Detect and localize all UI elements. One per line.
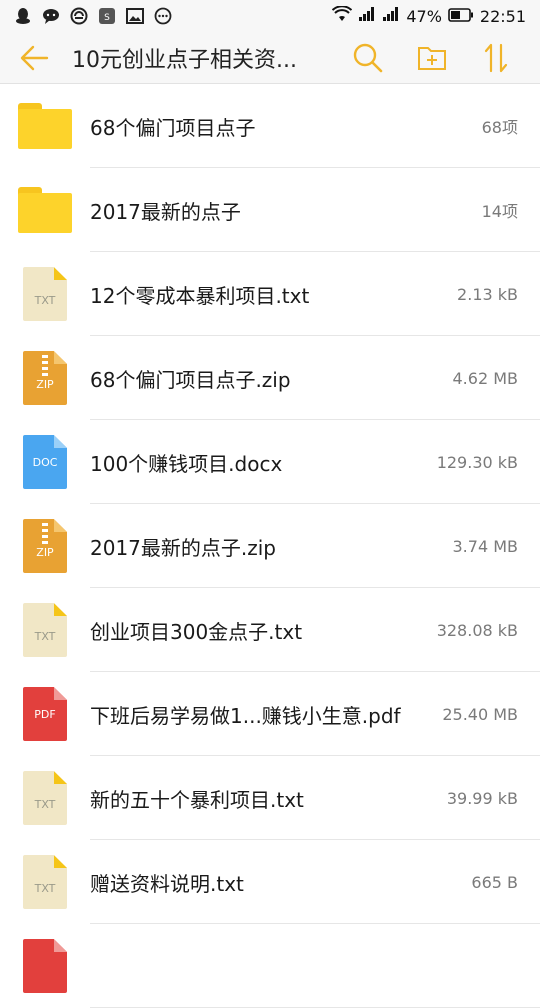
file-size: 39.99 kB [446, 788, 518, 808]
file-name: 2017最新的点子.zip [90, 535, 277, 560]
clock: 22:51 [479, 6, 526, 26]
file-size: 4.62 MB [452, 368, 519, 388]
system-status: 47% 22:51 [332, 5, 526, 26]
zip-file-icon: ZIP [23, 519, 67, 573]
page-title: 10元创业点子相关资... [72, 47, 297, 73]
txt-file-icon: TXT [23, 603, 67, 657]
file-name: 赠送资料说明.txt [90, 871, 244, 896]
item-count: 14项 [481, 202, 518, 221]
file-name: 68个偏门项目点子 [90, 115, 256, 140]
file-name: 12个零成本暴利项目.txt [90, 283, 310, 308]
notification-icons: S [14, 7, 172, 25]
doc-file-icon: DOC [23, 435, 67, 489]
list-item[interactable]: PDF 下班后易学易做1...赚钱小生意.pdf 25.40 MB [0, 672, 540, 756]
file-list: 68个偏门项目点子 68项 2017最新的点子 14项 TXT 12个零成本暴利… [0, 84, 540, 1008]
file-name: 下班后易学易做1...赚钱小生意.pdf [90, 703, 401, 728]
search-button[interactable] [344, 34, 392, 82]
icon-slot: DOC [0, 435, 90, 489]
search-icon [353, 43, 383, 72]
list-item[interactable]: ZIP 2017最新的点子.zip 3.74 MB [0, 504, 540, 588]
image-icon [126, 7, 144, 25]
list-item[interactable]: ZIP 68个偏门项目点子.zip 4.62 MB [0, 336, 540, 420]
item-count: 68项 [481, 118, 518, 137]
file-name: 创业项目300金点子.txt [90, 619, 303, 644]
file-size: 2.13 kB [457, 284, 518, 304]
file-name: 2017最新的点子 [90, 199, 241, 224]
file-type-badge: TXT [34, 630, 56, 643]
pdf-file-icon [23, 939, 67, 993]
more-icon [154, 7, 172, 25]
file-name: 100个赚钱项目.docx [90, 451, 283, 476]
file-size: 129.30 kB [436, 452, 518, 472]
file-size: 25.40 MB [442, 704, 518, 724]
txt-file-icon: TXT [23, 771, 67, 825]
signal-icon-1 [358, 6, 376, 26]
app-icon: S [98, 7, 116, 25]
icon-slot [0, 103, 90, 149]
txt-file-icon: TXT [23, 855, 67, 909]
sort-button[interactable] [472, 34, 520, 82]
file-type-badge: TXT [34, 882, 56, 895]
list-item[interactable]: TXT 12个零成本暴利项目.txt 2.13 kB [0, 252, 540, 336]
svg-text:S: S [104, 13, 110, 23]
file-size: 665 B [471, 872, 518, 892]
folder-icon [18, 187, 72, 233]
list-item[interactable]: 68个偏门项目点子 68项 [0, 84, 540, 168]
txt-file-icon: TXT [23, 267, 67, 321]
icon-slot: TXT [0, 603, 90, 657]
icon-slot [0, 187, 90, 233]
folder-icon [18, 103, 72, 149]
file-name: 新的五十个暴利项目.txt [90, 787, 304, 812]
icon-slot: TXT [0, 771, 90, 825]
battery-percent: 47% [406, 6, 442, 26]
icon-slot: ZIP [0, 519, 90, 573]
back-arrow-icon [20, 45, 49, 70]
toolbar: 10元创业点子相关资... [0, 32, 540, 84]
icon-slot: TXT [0, 855, 90, 909]
file-type-badge: TXT [34, 798, 56, 811]
icon-slot [0, 939, 90, 993]
sync-icon [70, 7, 88, 25]
list-item[interactable]: 2017最新的点子 14项 [0, 168, 540, 252]
qq-icon [14, 7, 32, 25]
new-folder-button[interactable] [408, 34, 456, 82]
file-type-badge: ZIP [36, 378, 54, 391]
status-bar: S 47% 22:51 [0, 0, 540, 32]
file-type-badge: ZIP [36, 546, 54, 559]
icon-slot: ZIP [0, 351, 90, 405]
back-button[interactable] [8, 32, 60, 84]
list-item[interactable]: DOC 100个赚钱项目.docx 129.30 kB [0, 420, 540, 504]
file-type-badge: DOC [32, 456, 58, 469]
file-type-badge: PDF [34, 708, 56, 721]
list-item[interactable]: TXT 新的五十个暴利项目.txt 39.99 kB [0, 756, 540, 840]
list-item-partial[interactable] [0, 924, 540, 1008]
file-type-badge: TXT [34, 294, 56, 307]
list-item[interactable]: TXT 赠送资料说明.txt 665 B [0, 840, 540, 924]
signal-icon-2 [382, 6, 400, 26]
battery-icon [448, 7, 474, 26]
new-folder-icon [418, 46, 446, 70]
wifi-icon [332, 5, 353, 26]
zip-file-icon: ZIP [23, 351, 67, 405]
pdf-file-icon: PDF [23, 687, 67, 741]
sort-icon [484, 43, 508, 72]
wechat-icon [42, 7, 60, 25]
file-size: 3.74 MB [452, 536, 519, 556]
icon-slot: TXT [0, 267, 90, 321]
file-name: 68个偏门项目点子.zip [90, 367, 291, 392]
list-item[interactable]: TXT 创业项目300金点子.txt 328.08 kB [0, 588, 540, 672]
icon-slot: PDF [0, 687, 90, 741]
file-size: 328.08 kB [436, 620, 518, 640]
